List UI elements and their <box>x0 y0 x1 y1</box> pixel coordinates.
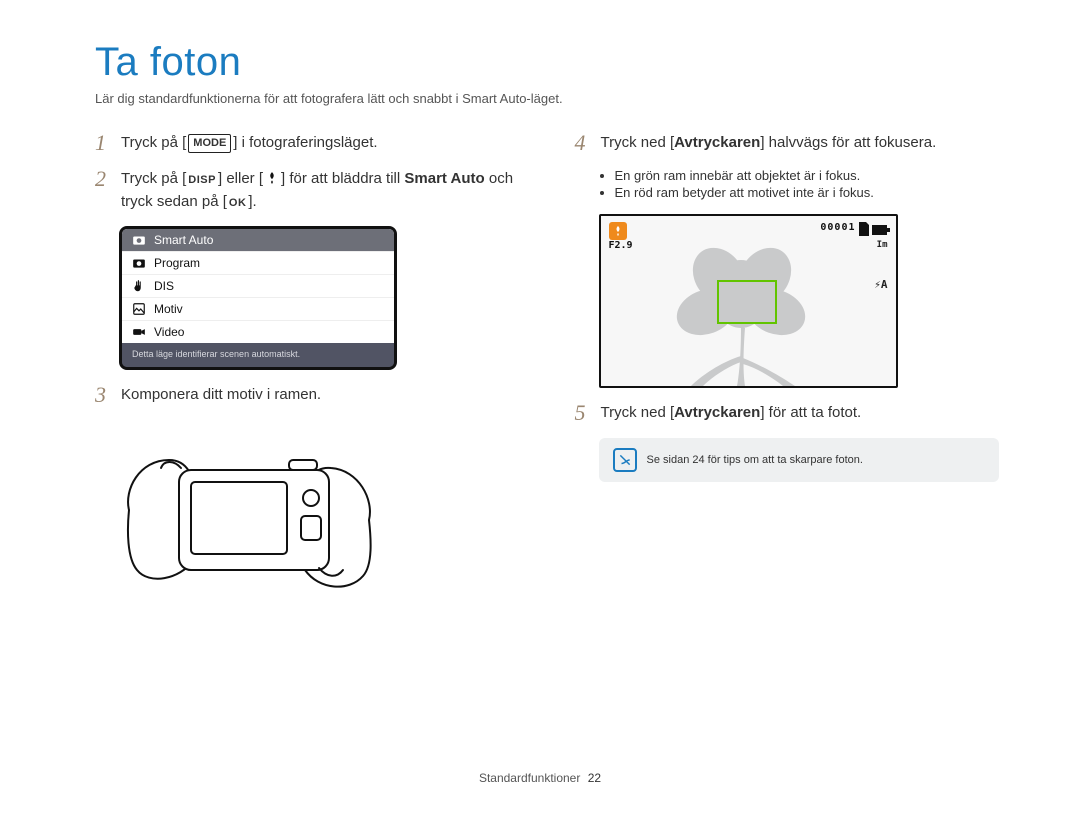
step-number: 3 <box>95 384 111 406</box>
image-size-badge: Im <box>877 240 888 250</box>
step-4-post: ] halvvägs för att fokusera. <box>760 134 936 151</box>
note-icon <box>613 448 637 472</box>
step-5-post: ] för att ta fotot. <box>760 404 861 421</box>
focus-rectangle <box>717 280 777 324</box>
mode-button-label: MODE <box>188 134 231 153</box>
tip-text: Se sidan 24 för tips om att ta skarpare … <box>647 454 863 466</box>
disp-button-label: DISP <box>188 173 216 188</box>
step-3: 3 Komponera ditt motiv i ramen. <box>95 384 531 406</box>
step-1-pre: Tryck på [ <box>121 134 186 151</box>
shutter-keyword: Avtryckaren <box>674 134 760 151</box>
step-1-post: ] i fotograferingsläget. <box>233 134 377 151</box>
footer-section: Standardfunktioner <box>479 771 580 785</box>
right-column: 4 Tryck ned [Avtryckaren] halvvägs för a… <box>575 132 1011 610</box>
mode-menu-caption: Detta läge identifierar scenen automatis… <box>122 343 394 367</box>
page-number: 22 <box>588 771 601 785</box>
camera-focus-screen: 00001 F2.9 Im ⚡A <box>599 214 898 388</box>
step-5: 5 Tryck ned [Avtryckaren] för att ta fot… <box>575 402 1011 424</box>
smart-auto-keyword: Smart Auto <box>404 170 484 187</box>
hand-icon <box>132 279 146 293</box>
mode-row-smart-auto: Smart Auto <box>122 229 394 252</box>
mode-label: DIS <box>154 279 174 293</box>
f-number: F2.9 <box>609 240 633 251</box>
flash-auto-badge: ⚡A <box>874 278 887 291</box>
page-title: Ta foton <box>95 40 1010 85</box>
step-number: 1 <box>95 132 111 154</box>
step-4-pre: Tryck ned [ <box>601 134 675 151</box>
mode-label: Video <box>154 325 184 339</box>
step-2-pre: Tryck på [ <box>121 170 186 187</box>
step-number: 5 <box>575 402 591 424</box>
step-2-mid: ] eller [ <box>218 170 263 187</box>
step-1: 1 Tryck på [MODE] i fotograferingsläget. <box>95 132 531 154</box>
mode-row-video: Video <box>122 321 394 343</box>
step-number: 4 <box>575 132 591 154</box>
tip-box: Se sidan 24 för tips om att ta skarpare … <box>599 438 999 482</box>
ok-button-label: OK <box>229 196 247 211</box>
bullet-red-frame: En röd ram betyder att motivet inte är i… <box>615 185 1011 200</box>
page-subtitle: Lär dig standardfunktionerna för att fot… <box>95 91 1010 106</box>
step-2: 2 Tryck på [DISP] eller [ ] för att blädd… <box>95 168 531 212</box>
bullet-green-frame: En grön ram innebär att objektet är i fo… <box>615 168 1011 183</box>
macro-icon <box>265 170 279 191</box>
focus-bullets: En grön ram innebär att objektet är i fo… <box>615 168 1011 200</box>
mode-label: Motiv <box>154 302 183 316</box>
mode-label: Smart Auto <box>154 233 213 247</box>
camera-p-icon <box>132 256 146 270</box>
mode-row-program: Program <box>122 252 394 275</box>
step-4: 4 Tryck ned [Avtryckaren] halvvägs för a… <box>575 132 1011 154</box>
step-number: 2 <box>95 168 111 190</box>
page-footer: Standardfunktioner 22 <box>0 771 1080 785</box>
sd-card-icon <box>857 222 869 241</box>
camera-in-hands-illustration <box>119 420 379 610</box>
camera-mode-menu: Smart Auto Program DIS Motiv <box>119 226 397 370</box>
shutter-keyword: Avtryckaren <box>674 404 760 421</box>
mode-row-dis: DIS <box>122 275 394 298</box>
scene-icon <box>132 302 146 316</box>
step-3-text: Komponera ditt motiv i ramen. <box>121 384 531 405</box>
battery-icon <box>872 223 890 241</box>
step-2-post1: ] för att bläddra till <box>281 170 404 187</box>
step-2-post3: ]. <box>248 193 256 210</box>
left-column: 1 Tryck på [MODE] i fotograferingsläget.… <box>95 132 531 610</box>
video-icon <box>132 325 146 339</box>
mode-row-motiv: Motiv <box>122 298 394 321</box>
macro-mode-icon <box>609 222 627 240</box>
step-5-pre: Tryck ned [ <box>601 404 675 421</box>
shot-counter: 00001 <box>820 222 855 233</box>
camera-auto-icon <box>132 233 146 247</box>
mode-label: Program <box>154 256 200 270</box>
